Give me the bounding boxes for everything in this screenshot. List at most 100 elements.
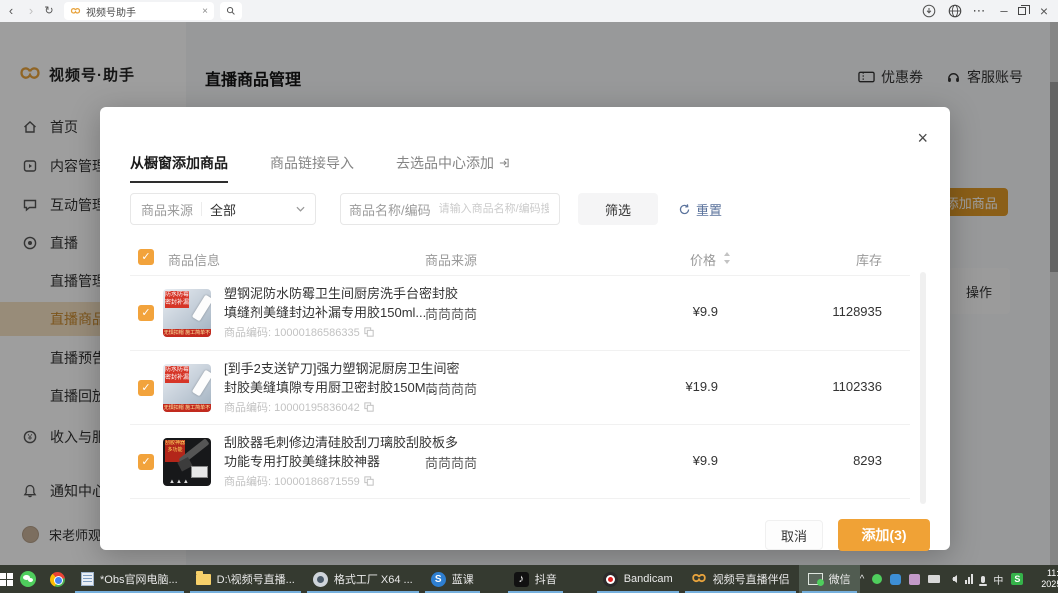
browser-tab[interactable]: 视频号助手 × bbox=[64, 2, 214, 20]
search-icon bbox=[226, 6, 236, 16]
product-stock: 1102336 bbox=[802, 379, 882, 394]
select-all-checkbox[interactable]: ✓ bbox=[138, 249, 154, 265]
chrome-icon bbox=[50, 572, 65, 587]
filter-row: 商品来源 全部 商品名称/编码 筛选 重置 bbox=[130, 193, 920, 225]
copy-icon[interactable] bbox=[364, 476, 374, 486]
tab-close-icon[interactable]: × bbox=[202, 6, 208, 17]
browser-refresh-icon[interactable]: ↻ bbox=[40, 0, 58, 22]
tray-avatar-icon[interactable] bbox=[909, 574, 920, 585]
product-code-text: 商品编码: 10000195836042 bbox=[224, 399, 360, 415]
reset-refresh-icon bbox=[678, 203, 691, 216]
product-stock: 1128935 bbox=[802, 304, 882, 319]
window-minimize-icon[interactable]: – bbox=[994, 0, 1014, 22]
taskbar-folder[interactable]: D:\视频号直播... bbox=[187, 565, 304, 593]
tab-label: 商品链接导入 bbox=[270, 153, 354, 173]
tray-wechat-icon[interactable] bbox=[872, 574, 882, 584]
copy-icon[interactable] bbox=[364, 327, 374, 337]
browser-menu-icon[interactable]: ⋯ bbox=[968, 0, 990, 22]
product-price: ¥9.9 bbox=[660, 453, 718, 468]
cancel-button[interactable]: 取消 bbox=[765, 520, 823, 550]
modal-close-icon[interactable]: × bbox=[917, 129, 928, 147]
row-checkbox[interactable]: ✓ bbox=[138, 305, 154, 321]
taskbar-clock[interactable]: 11:50:47 2025/5/31 bbox=[1031, 568, 1058, 590]
volume-icon[interactable] bbox=[948, 575, 957, 583]
tray-expand-icon[interactable]: ^ bbox=[860, 574, 865, 585]
browser-forward-icon[interactable]: › bbox=[22, 0, 40, 22]
clock-date: 2025/5/31 bbox=[1031, 579, 1058, 590]
taskbar-label: Bandicam bbox=[624, 573, 673, 585]
product-code: 商品编码: 10000195836042 bbox=[224, 399, 374, 415]
tray-card-icon[interactable] bbox=[928, 575, 940, 583]
taskbar-chrome[interactable] bbox=[43, 565, 72, 593]
window-restore-icon[interactable] bbox=[1018, 7, 1026, 15]
system-tray: ^ 中 S 11:50:47 2025/5/31 bbox=[860, 565, 1058, 593]
taskbar-wechat-window[interactable]: 微信 bbox=[799, 565, 860, 593]
product-code: 商品编码: 10000186586335 bbox=[224, 324, 374, 340]
product-code-text: 商品编码: 10000186871559 bbox=[224, 473, 360, 489]
chevron-down-icon bbox=[296, 206, 305, 212]
taskbar-douyin[interactable]: ♪抖音 bbox=[505, 565, 566, 593]
taskbar-bandicam[interactable]: Bandicam bbox=[594, 565, 682, 593]
taskbar-lanke[interactable]: S蓝课 bbox=[422, 565, 483, 593]
external-link-icon bbox=[498, 157, 510, 169]
taskbar-wechat-pinned[interactable] bbox=[13, 565, 43, 593]
thumbnail-inset bbox=[191, 466, 208, 478]
tab-selection-center[interactable]: 去选品中心添加 bbox=[396, 153, 510, 183]
input-method-indicator[interactable]: 中 bbox=[993, 572, 1003, 587]
bandicam-icon bbox=[603, 572, 618, 587]
start-button[interactable] bbox=[0, 565, 13, 593]
tab-title: 视频号助手 bbox=[86, 4, 202, 19]
product-code: 商品编码: 10000186871559 bbox=[224, 473, 374, 489]
source-dropdown[interactable]: 商品来源 全部 bbox=[130, 193, 316, 225]
browser-search-button[interactable] bbox=[220, 2, 242, 20]
taskbar-label: 抖音 bbox=[535, 571, 557, 587]
sogou-icon[interactable]: S bbox=[1011, 573, 1023, 585]
product-search-field[interactable]: 商品名称/编码 bbox=[340, 193, 560, 225]
taskbar-label: 格式工厂 X64 ... bbox=[334, 571, 413, 587]
taskbar-format-factory[interactable]: 格式工厂 X64 ... bbox=[304, 565, 422, 593]
divider bbox=[201, 202, 202, 216]
table-row[interactable]: ✓ 防水防霉密封补漏 无惧扣帽 施工简单不便 塑钢泥防水防霉卫生间厨房洗手台密封… bbox=[130, 276, 910, 350]
table-header: ✓ 商品信息 商品来源 价格 库存 bbox=[130, 248, 890, 268]
product-source: 苘苘苘苘 bbox=[425, 379, 477, 398]
download-icon[interactable] bbox=[922, 4, 936, 18]
windows-logo-icon bbox=[0, 573, 13, 586]
network-signal-icon[interactable] bbox=[965, 574, 973, 584]
reset-button[interactable]: 重置 bbox=[678, 193, 722, 225]
lanke-icon: S bbox=[431, 572, 446, 587]
filter-button[interactable]: 筛选 bbox=[578, 193, 658, 225]
col-product-info: 商品信息 bbox=[168, 250, 220, 269]
window-close-icon[interactable]: × bbox=[1034, 0, 1054, 22]
browser-back-icon[interactable]: ‹ bbox=[2, 0, 20, 22]
taskbar-channels-companion[interactable]: 视频号直播伴侣 bbox=[682, 565, 799, 593]
search-field-label: 商品名称/编码 bbox=[349, 200, 431, 219]
notepad-icon bbox=[81, 572, 94, 586]
row-checkbox[interactable]: ✓ bbox=[138, 454, 154, 470]
browser-bar: ‹ › ↻ 视频号助手 × ⋯ – × bbox=[0, 0, 1058, 22]
reset-label: 重置 bbox=[696, 200, 722, 219]
channels-logo-icon bbox=[691, 573, 707, 585]
search-input[interactable] bbox=[437, 202, 551, 216]
wechat-icon bbox=[20, 571, 36, 587]
add-selected-button[interactable]: 添加(3) bbox=[838, 519, 930, 551]
sort-icon[interactable] bbox=[723, 251, 731, 265]
thumbnail-strip: 无惧扣帽 施工简单不便 bbox=[163, 404, 211, 412]
tray-app-icon[interactable] bbox=[890, 574, 901, 585]
tab-from-showcase[interactable]: 从橱窗添加商品 bbox=[130, 153, 228, 183]
copy-icon[interactable] bbox=[364, 402, 374, 412]
microphone-icon[interactable] bbox=[981, 576, 985, 583]
thumbnail-tag: 防水防霉密封补漏 bbox=[165, 366, 189, 383]
taskbar: *Obs官网电脑... D:\视频号直播... 格式工厂 X64 ... S蓝课… bbox=[0, 565, 1058, 593]
modal-scrollbar[interactable] bbox=[920, 272, 926, 504]
table-row[interactable]: ✓ 防水防霉密封补漏 无惧扣帽 施工简单不便 [到手2支送铲刀]强力塑钢泥厨房卫… bbox=[130, 351, 910, 425]
product-source: 苘苘苘苘 bbox=[425, 304, 477, 323]
thumbnail-strip: 无惧扣帽 施工简单不便 bbox=[163, 329, 211, 337]
taskbar-obs-notepad[interactable]: *Obs官网电脑... bbox=[72, 565, 187, 593]
globe-icon[interactable] bbox=[948, 4, 962, 18]
row-checkbox[interactable]: ✓ bbox=[138, 380, 154, 396]
divider bbox=[130, 498, 910, 499]
col-product-source: 商品来源 bbox=[425, 250, 477, 269]
table-row[interactable]: ✓ 刮胶神器 多功能 ▲▲▲ 刮胶器毛刺修边清硅胶刮刀璃胶刮胶板多功能专用打胶美… bbox=[130, 425, 910, 499]
tab-link-import[interactable]: 商品链接导入 bbox=[270, 153, 354, 183]
product-stock: 8293 bbox=[802, 453, 882, 468]
